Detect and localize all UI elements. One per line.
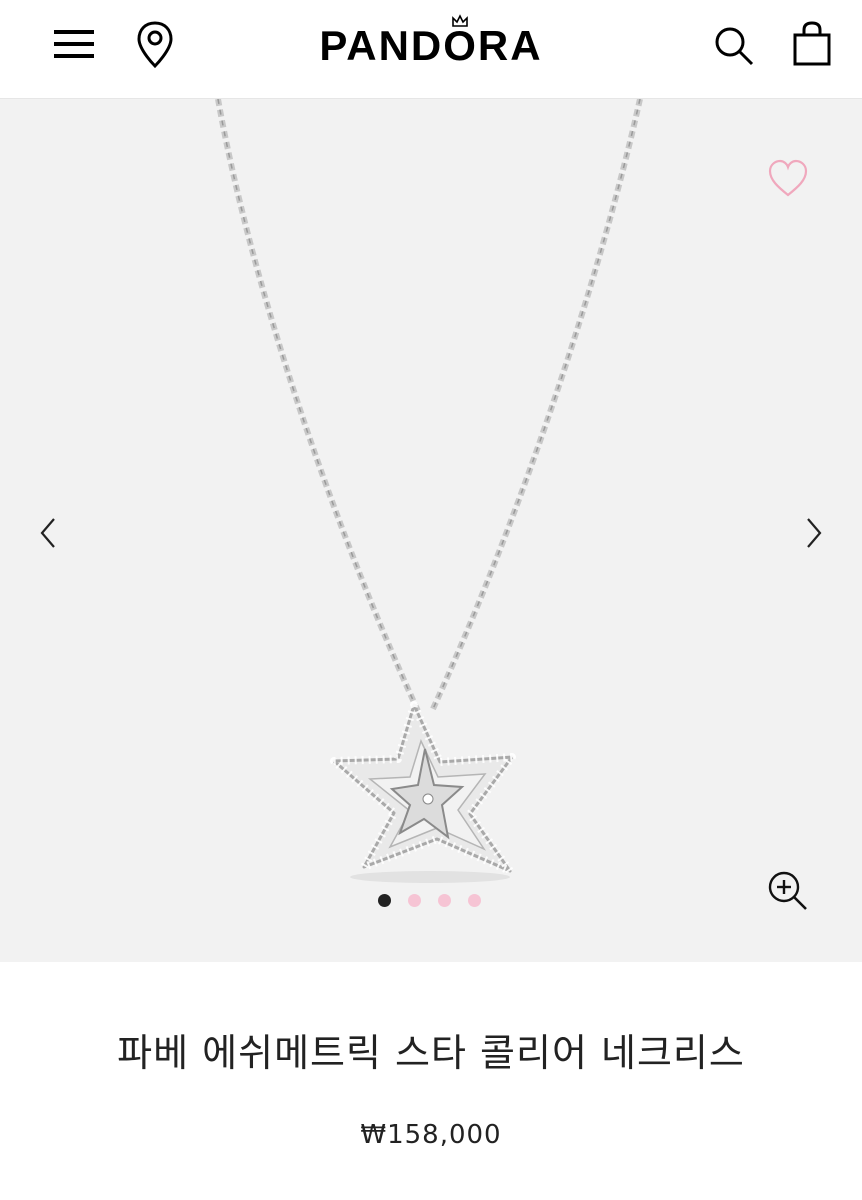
wishlist-button[interactable] [766, 157, 810, 201]
crown-icon [452, 14, 468, 27]
previous-image-button[interactable] [34, 511, 64, 555]
carousel-dot-4[interactable] [468, 894, 481, 907]
map-pin-icon [137, 21, 173, 69]
shopping-bag-icon [793, 21, 831, 66]
chevron-left-icon [40, 518, 55, 548]
carousel-dot-2[interactable] [408, 894, 421, 907]
shopping-bag-button[interactable] [790, 20, 834, 68]
menu-button[interactable] [52, 26, 96, 62]
search-icon [715, 27, 754, 66]
product-price: ₩158,000 [360, 1120, 502, 1150]
product-title: 파베 에쉬메트릭 스타 콜리어 네크리스 [117, 1031, 745, 1075]
search-button[interactable] [712, 24, 756, 68]
carousel-dot-1[interactable] [378, 894, 391, 907]
product-gallery [0, 99, 862, 962]
product-image[interactable] [0, 99, 862, 962]
brand-logo[interactable]: PANDORA [300, 14, 562, 74]
zoom-button[interactable] [764, 867, 812, 915]
chevron-right-icon [807, 518, 822, 548]
carousel-dot-3[interactable] [438, 894, 451, 907]
brand-name: PANDORA [319, 22, 543, 69]
top-header: PANDORA [0, 0, 862, 99]
store-locator-button[interactable] [134, 20, 176, 70]
zoom-in-icon [768, 871, 807, 910]
heart-icon [768, 159, 808, 197]
next-image-button[interactable] [798, 511, 828, 555]
hamburger-menu-icon [54, 30, 94, 58]
carousel-dots [378, 894, 481, 908]
